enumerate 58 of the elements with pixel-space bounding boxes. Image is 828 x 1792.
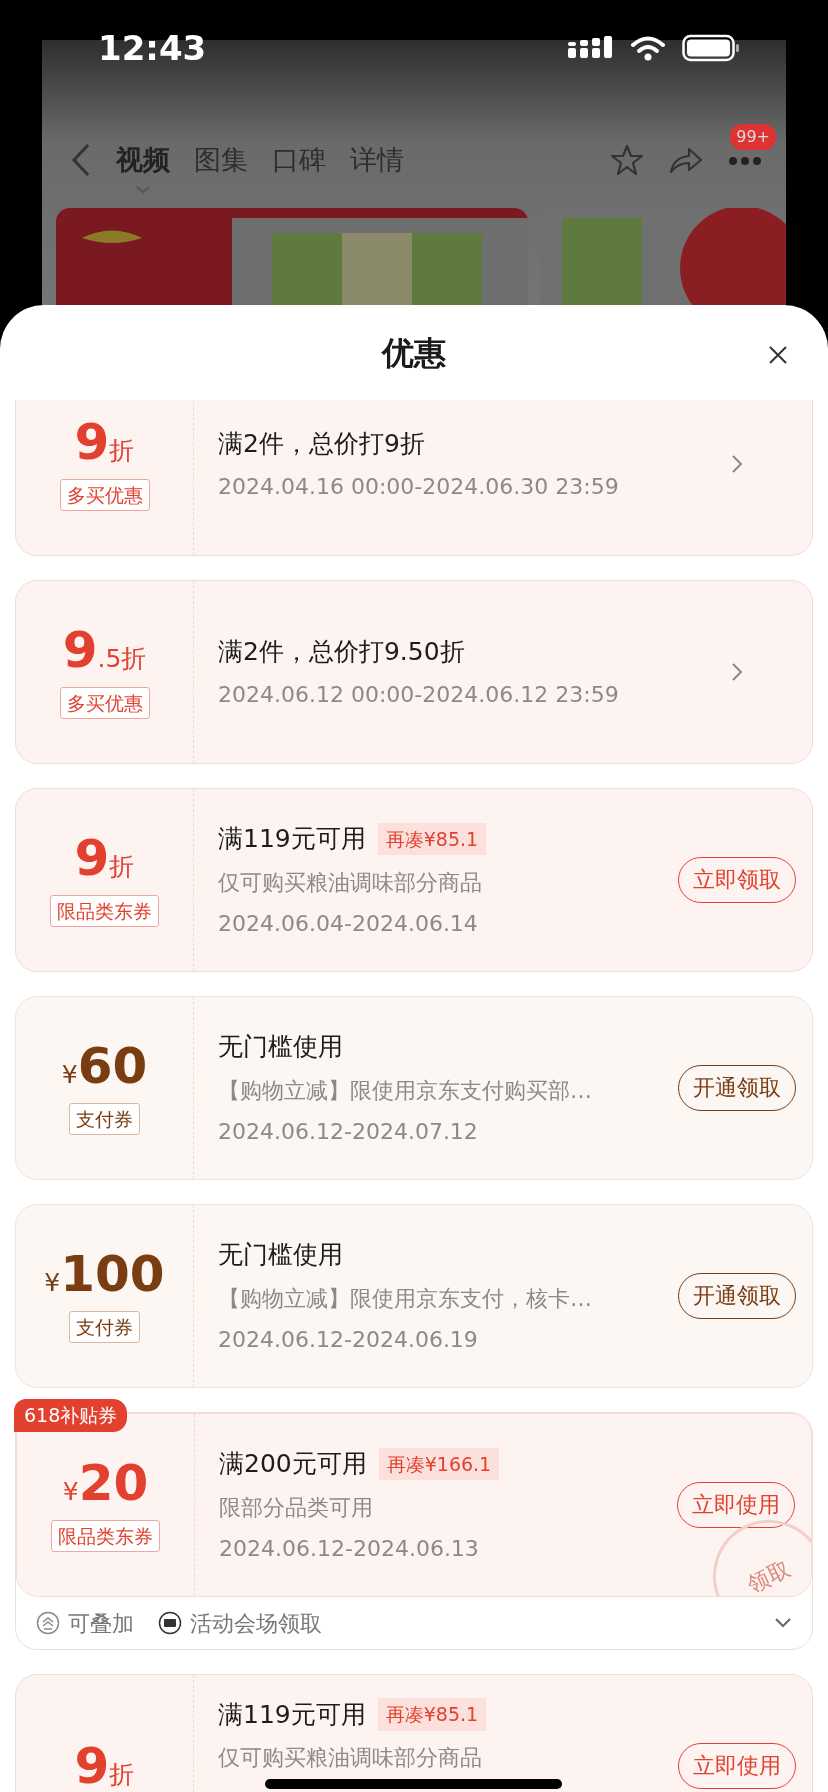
back-icon[interactable] (70, 142, 92, 178)
chevron-icon[interactable] (774, 1617, 792, 1629)
coupon-value: ¥20 (62, 1457, 149, 1508)
coupon-description: 限部分品类可用 (219, 1493, 374, 1522)
signal-icon (568, 36, 614, 60)
more-icon[interactable] (728, 156, 762, 167)
nav-tab[interactable]: 图集 (194, 139, 248, 181)
coupon-title: 满119元可用 (218, 823, 366, 856)
coupon-value: 9折 (74, 1741, 135, 1791)
nav-tab[interactable]: 口碑 (272, 139, 326, 181)
coupon-description: 仅可购买粮油调味部分商品 (218, 1744, 483, 1773)
nav-tab[interactable]: 详情 (350, 139, 404, 181)
footer-label: 可叠加 (68, 1609, 134, 1638)
coupon-description: 【购物立减】限使用京东支付，核卡… (218, 1284, 593, 1313)
coupon-value: ¥60 (61, 1040, 148, 1091)
shortfall-badge: 再凑¥85.1 (377, 1698, 487, 1731)
coupon-dates: 2024.06.12-2024.06.19 (218, 1325, 479, 1354)
coupon-title: 满2件，总价打9折 (218, 427, 425, 460)
coupon-title: 满2件，总价打9.50折 (218, 635, 465, 668)
coupon-title: 满200元可用 (219, 1448, 367, 1481)
coupon-dates: 2024.06.12 00:00-2024.06.12 23:59 (218, 681, 620, 710)
coupon-value: ¥100 (44, 1248, 165, 1299)
stack-icon (36, 1611, 60, 1635)
shortfall-badge: 再凑¥166.1 (378, 1447, 500, 1481)
coupon-tag: 支付券 (69, 1102, 140, 1136)
footer-label: 活动会场领取 (190, 1609, 322, 1638)
coupon-description: 仅可购买粮油调味部分商品 (218, 868, 483, 897)
sheet-title: 优惠 (382, 332, 446, 374)
tab-indicator-icon (135, 186, 151, 195)
coupon-tag: 多买优惠 (59, 686, 150, 720)
coupon-dates: 2024.04.16 00:00-2024.06.30 23:59 (218, 473, 620, 502)
status-time: 12:43 (98, 26, 207, 70)
battery-icon (682, 34, 740, 62)
coupon-value: 9折 (74, 832, 135, 883)
nav-tab[interactable]: 视频 (116, 139, 170, 181)
coupon-title: 无门槛使用 (218, 1031, 343, 1064)
wifi-icon (630, 35, 666, 61)
coupon-description: 【购物立减】限使用京东支付购买部… (218, 1076, 593, 1105)
coupon-tag: 多买优惠 (59, 478, 150, 512)
coupon-ribbon: 618补贴券 (14, 1399, 128, 1432)
ticket-icon (158, 1611, 182, 1635)
chevron-right-icon[interactable] (731, 662, 743, 682)
coupon-value: 9.5折 (62, 624, 147, 675)
close-icon[interactable] (768, 345, 788, 365)
coupon-tag: 支付券 (69, 1310, 140, 1344)
chevron-right-icon[interactable] (731, 454, 743, 474)
star-icon[interactable] (610, 143, 644, 177)
coupon-title: 无门槛使用 (218, 1239, 343, 1272)
coupon-value: 9折 (74, 416, 135, 467)
coupon-dates: 2024.06.04-2024.06.14 (218, 909, 479, 938)
notification-badge: 99+ (730, 123, 776, 150)
coupon-tag: 限品类东券 (51, 1519, 160, 1553)
coupon-dates: 2024.06.12-2024.06.13 (219, 1534, 480, 1563)
coupon-title: 满119元可用 (218, 1698, 366, 1731)
coupon-tag: 限品类东券 (50, 894, 159, 928)
share-icon[interactable] (668, 145, 704, 175)
shortfall-badge: 再凑¥85.1 (377, 822, 487, 856)
coupon-dates: 2024.06.12-2024.07.12 (218, 1117, 479, 1146)
